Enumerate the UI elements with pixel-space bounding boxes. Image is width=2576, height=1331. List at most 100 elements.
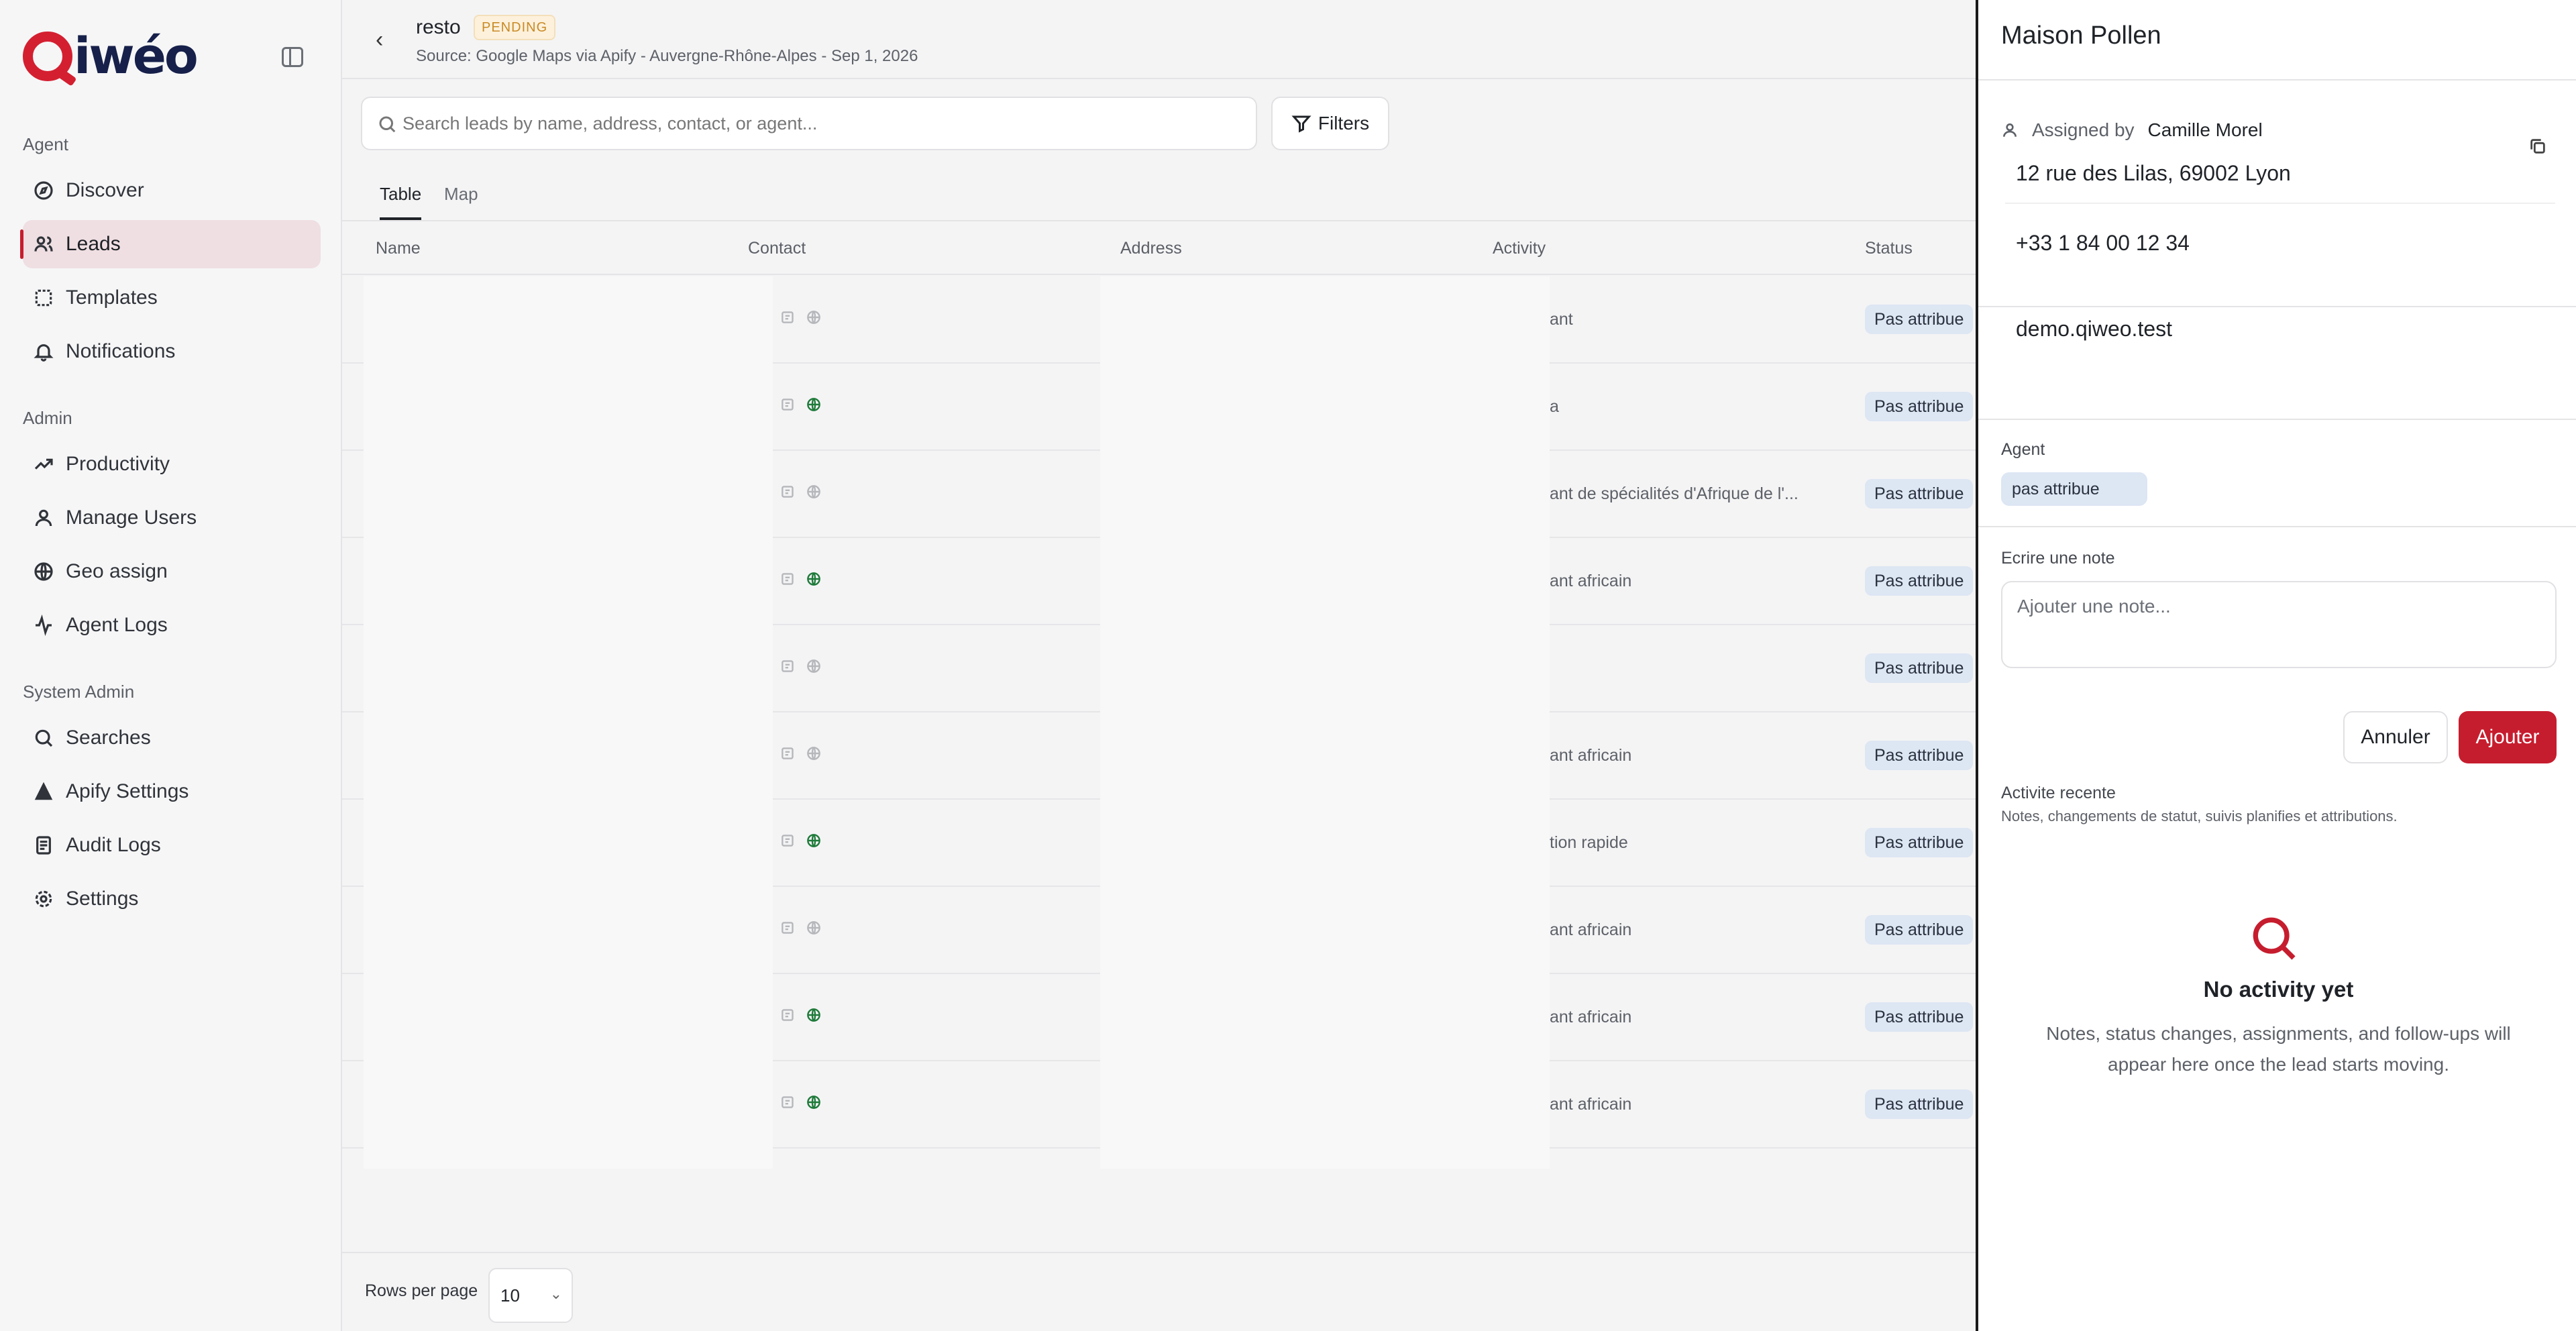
page-title: resto <box>416 16 461 38</box>
sidebar-item-searches[interactable]: Searches <box>23 714 321 762</box>
add-note-button[interactable]: Ajouter <box>2459 711 2557 763</box>
sidebar-item-label: Apify Settings <box>66 780 189 802</box>
tab-table[interactable]: Table <box>380 184 422 220</box>
table-header: Name Contact Address Activity Status <box>342 221 1976 275</box>
contact-icons <box>780 657 822 675</box>
sidebar-item-audit-logs[interactable]: Audit Logs <box>23 821 321 869</box>
globe-icon[interactable] <box>805 396 822 413</box>
sidebar-item-notifications[interactable]: Notifications <box>23 327 321 376</box>
globe-icon[interactable] <box>805 1006 822 1024</box>
rows-per-page-value: 10 <box>500 1285 520 1306</box>
contact-icons <box>780 832 822 849</box>
sidebar-item-agent-logs[interactable]: Agent Logs <box>23 601 321 649</box>
status-badge[interactable]: Pas attribue <box>1865 1089 1974 1119</box>
status-badge[interactable]: Pas attribue <box>1865 741 1974 770</box>
globe-icon[interactable] <box>805 309 822 326</box>
divider <box>1978 306 2576 307</box>
agent-value: pas attribue <box>2012 479 2100 498</box>
column-header-status[interactable]: Status <box>1865 239 1913 258</box>
status-badge[interactable]: Pas attribue <box>1865 653 1974 683</box>
lead-phone[interactable]: +33 1 84 00 12 34 <box>2016 231 2190 256</box>
loading-placeholder-address <box>1100 276 1550 1169</box>
agent-select[interactable]: pas attribue <box>2001 472 2147 506</box>
status-badge[interactable]: Pas attribue <box>1865 479 1974 509</box>
contact-card-icon[interactable] <box>780 396 797 413</box>
divider <box>1978 526 2576 527</box>
sidebar-item-label: Leads <box>66 233 121 255</box>
column-header-activity[interactable]: Activity <box>1493 239 1546 258</box>
contact-icons <box>780 483 822 500</box>
assigned-by-label: Assigned by <box>2032 119 2135 140</box>
sidebar-item-manage-users[interactable]: Manage Users <box>23 494 321 542</box>
contact-card-icon[interactable] <box>780 657 797 675</box>
divider <box>1978 79 2576 81</box>
cancel-button[interactable]: Annuler <box>2343 711 2448 763</box>
contact-card-icon[interactable] <box>780 309 797 326</box>
filters-button[interactable]: Filters <box>1271 97 1389 150</box>
filters-label: Filters <box>1318 113 1370 134</box>
contact-icons <box>780 1006 822 1024</box>
globe-icon[interactable] <box>805 1094 822 1111</box>
contact-icons <box>780 745 822 762</box>
column-header-address[interactable]: Address <box>1120 239 1182 258</box>
sidebar-toggle-icon[interactable] <box>282 47 303 67</box>
sidebar-item-settings[interactable]: Settings <box>23 875 321 923</box>
globe-icon[interactable] <box>805 570 822 588</box>
status-badge[interactable]: Pas attribue <box>1865 1002 1974 1032</box>
sidebar-item-productivity[interactable]: Productivity <box>23 440 321 488</box>
divider <box>2005 203 2555 204</box>
contact-card-icon[interactable] <box>780 570 797 588</box>
status-badge[interactable]: Pas attribue <box>1865 915 1974 945</box>
user-icon <box>2003 123 2017 137</box>
globe-icon[interactable] <box>805 745 822 762</box>
sidebar-item-discover[interactable]: Discover <box>23 166 321 215</box>
globe-icon[interactable] <box>805 832 822 849</box>
activity-cell: ant africain <box>1550 572 1632 590</box>
globe-icon[interactable] <box>805 657 822 675</box>
contact-card-icon[interactable] <box>780 832 797 849</box>
globe-icon[interactable] <box>805 483 822 500</box>
contact-card-icon[interactable] <box>780 919 797 937</box>
rows-per-page-label: Rows per page <box>365 1281 478 1300</box>
sidebar-item-label: Geo assign <box>66 560 168 582</box>
user-icon <box>32 507 55 529</box>
contact-card-icon[interactable] <box>780 483 797 500</box>
column-header-name[interactable]: Name <box>376 239 421 258</box>
status-badge[interactable]: Pas attribue <box>1865 566 1974 596</box>
sidebar-item-label: Audit Logs <box>66 834 161 856</box>
sidebar-item-label: Discover <box>66 179 144 201</box>
back-button[interactable]: ‹ <box>376 27 383 53</box>
lead-website[interactable]: demo.qiweo.test <box>2016 317 2172 341</box>
sidebar-item-label: Manage Users <box>66 507 197 529</box>
globe-icon[interactable] <box>805 919 822 937</box>
status-badge[interactable]: Pas attribue <box>1865 828 1974 857</box>
copy-icon[interactable] <box>2528 137 2547 156</box>
contact-icons <box>780 309 822 326</box>
logo-q-mark <box>23 32 72 81</box>
contact-card-icon[interactable] <box>780 745 797 762</box>
sidebar-item-apify-settings[interactable]: Apify Settings <box>23 767 321 816</box>
sidebar-item-templates[interactable]: Templates <box>23 274 321 322</box>
contact-card-icon[interactable] <box>780 1094 797 1111</box>
tab-map[interactable]: Map <box>444 184 478 220</box>
status-badge[interactable]: Pas attribue <box>1865 305 1974 334</box>
contact-icons <box>780 1094 822 1111</box>
contact-icons <box>780 396 822 413</box>
sidebar-item-geo-assign[interactable]: Geo assign <box>23 547 321 596</box>
sidebar: iwéo Agent Discover Leads Templates Noti… <box>0 0 342 1331</box>
brand-logo[interactable]: iwéo <box>23 28 199 85</box>
main-content: ‹ resto PENDING Source: Google Maps via … <box>342 0 1976 1331</box>
sidebar-item-label: Notifications <box>66 340 176 362</box>
rows-per-page-select[interactable]: 10 ⌄ <box>488 1268 573 1323</box>
status-badge[interactable]: Pas attribue <box>1865 392 1974 421</box>
note-textarea[interactable]: Ajouter une note... <box>2001 581 2557 668</box>
search-icon <box>379 116 396 133</box>
contact-card-icon[interactable] <box>780 1006 797 1024</box>
assigned-by-row: Assigned by Camille Morel <box>2001 119 2263 141</box>
chevron-down-icon: ⌄ <box>549 1285 562 1302</box>
column-header-contact[interactable]: Contact <box>748 239 806 258</box>
search-input[interactable]: Search leads by name, address, contact, … <box>361 97 1257 150</box>
sidebar-item-leads[interactable]: Leads <box>20 220 321 268</box>
section-title-agent: Agent <box>23 134 68 154</box>
activity-cell: ant africain <box>1550 1008 1632 1026</box>
